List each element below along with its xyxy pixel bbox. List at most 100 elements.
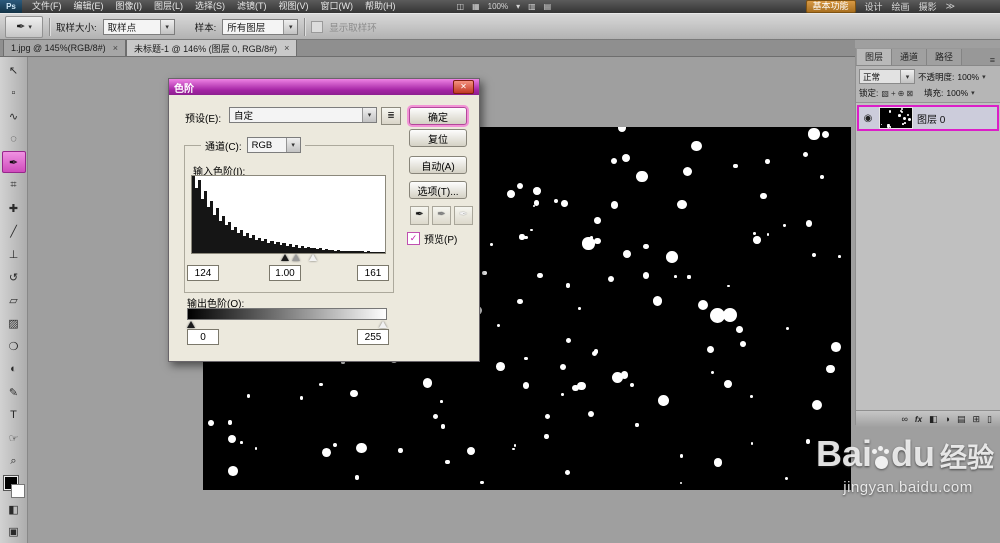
thumb-dot xyxy=(888,110,891,113)
lock-image-pixels-icon[interactable]: + xyxy=(891,89,896,98)
menu-view[interactable]: 视图(V) xyxy=(273,0,315,13)
chevron-down-icon[interactable]: ▾ xyxy=(971,89,975,97)
zoom-tool[interactable]: ⌕ xyxy=(2,450,26,472)
lock-all-icon[interactable]: ⊠ xyxy=(906,89,913,98)
close-tab-icon[interactable]: × xyxy=(113,43,118,53)
output-shadow-slider[interactable] xyxy=(187,321,195,328)
blend-mode-dropdown[interactable]: 正常 ▾ xyxy=(859,69,915,84)
input-highlight-slider[interactable] xyxy=(308,254,317,261)
preview-checkbox[interactable]: ✓ xyxy=(407,232,420,245)
fill-value[interactable]: 100% xyxy=(946,88,968,98)
quick-selection-tool[interactable]: ◌ xyxy=(2,128,26,150)
menu-image[interactable]: 图像(I) xyxy=(110,0,149,13)
gradient-tool[interactable]: ▨ xyxy=(2,312,26,334)
new-adjustment-layer-icon[interactable]: ◑ xyxy=(945,414,950,424)
set-white-point-eyedropper[interactable]: ✒ xyxy=(454,206,473,225)
menu-file[interactable]: 文件(F) xyxy=(26,0,68,13)
layer-visibility-icon[interactable]: ◉ xyxy=(861,113,875,124)
layer-name[interactable]: 图层 0 xyxy=(917,111,945,126)
new-group-icon[interactable]: ▤ xyxy=(957,414,966,425)
input-highlight-value[interactable] xyxy=(357,265,389,281)
layer-style-icon[interactable]: fx xyxy=(915,415,922,424)
output-highlight-slider[interactable] xyxy=(379,321,387,328)
rectangular-marquee-tool[interactable]: ▫ xyxy=(2,82,26,104)
show-sampling-ring-checkbox[interactable] xyxy=(311,20,324,33)
input-midtone-slider[interactable] xyxy=(292,254,301,261)
eyedropper-tool[interactable]: ✒ xyxy=(1,151,26,173)
set-gray-point-eyedropper[interactable]: ✒ xyxy=(432,206,451,225)
history-brush-tool[interactable]: ↺ xyxy=(2,266,26,288)
new-layer-icon[interactable]: ⊞ xyxy=(973,414,981,425)
workspace-button[interactable]: 绘画 xyxy=(892,0,910,13)
delete-layer-icon[interactable]: ▯ xyxy=(987,414,992,425)
options-button[interactable]: 选项(T)... xyxy=(409,181,467,199)
output-highlight-value[interactable] xyxy=(357,329,389,345)
channel-dropdown[interactable]: RGB ▾ xyxy=(246,137,301,153)
output-shadow-value[interactable] xyxy=(187,329,219,345)
dialog-titlebar[interactable]: 色阶 ✕ xyxy=(169,79,479,95)
close-icon[interactable]: ✕ xyxy=(453,80,474,94)
menu-window[interactable]: 窗口(W) xyxy=(315,0,360,13)
workspace-overflow-icon[interactable]: ≫ xyxy=(946,1,955,12)
workspace-button[interactable]: 摄影 xyxy=(919,0,937,13)
blur-tool[interactable]: ❍ xyxy=(2,335,26,357)
zoom-level[interactable]: 100% xyxy=(488,2,508,11)
input-shadow-slider[interactable] xyxy=(280,254,289,261)
view-extras-icon[interactable]: ▦ xyxy=(472,2,480,11)
document-tab[interactable]: 未标题-1 @ 146% (图层 0, RGB/8#) × xyxy=(125,39,298,56)
lock-position-icon[interactable]: ⊕ xyxy=(898,89,905,98)
brush-tool[interactable]: ╱ xyxy=(2,220,26,242)
dodge-tool[interactable]: ◐ xyxy=(2,358,26,380)
lasso-tool[interactable]: ∿ xyxy=(2,105,26,127)
launch-bridge-icon[interactable]: ◫ xyxy=(457,2,465,11)
reset-button[interactable]: 复位 xyxy=(409,129,467,147)
lock-transparent-pixels-icon[interactable]: ▧ xyxy=(881,89,889,98)
arrange-documents-icon[interactable]: ▥ xyxy=(528,2,536,11)
document-tab[interactable]: 1.jpg @ 145%(RGB/8#) × xyxy=(3,39,126,56)
panel-menu-icon[interactable]: ≡ xyxy=(985,55,1000,65)
panel-tab-通道[interactable]: 通道 xyxy=(892,49,928,65)
zoom-dropdown-icon[interactable]: ▾ xyxy=(516,2,520,11)
workspace-basic-button[interactable]: 基本功能 xyxy=(805,0,856,13)
tool-preset-button[interactable]: ✒ ▾ xyxy=(5,15,43,38)
workspace-button[interactable]: 设计 xyxy=(865,0,883,13)
move-tool[interactable]: ↖ xyxy=(2,59,26,81)
screen-mode-button[interactable]: ▣ xyxy=(2,521,26,542)
preset-dropdown[interactable]: 自定 ▾ xyxy=(229,107,377,123)
panel-tab-路径[interactable]: 路径 xyxy=(927,49,963,65)
layer-row[interactable]: ◉ 图层 0 xyxy=(857,105,999,131)
hand-tool[interactable]: ☞ xyxy=(2,427,26,449)
add-layer-mask-icon[interactable]: ◧ xyxy=(929,414,938,425)
quick-mask-button[interactable]: ◧ xyxy=(2,500,26,521)
clone-stamp-tool[interactable]: ⊥ xyxy=(2,243,26,265)
panel-tab-图层[interactable]: 图层 xyxy=(857,49,893,65)
type-tool[interactable]: T xyxy=(2,404,26,426)
eraser-tool[interactable]: ▱ xyxy=(2,289,26,311)
spot-healing-brush-tool[interactable]: ✚ xyxy=(2,197,26,219)
sample-dropdown[interactable]: 所有图层 ▾ xyxy=(222,18,299,35)
input-shadow-value[interactable] xyxy=(187,265,219,281)
close-tab-icon[interactable]: × xyxy=(284,43,289,53)
menu-select[interactable]: 选择(S) xyxy=(189,0,231,13)
chevron-down-icon[interactable]: ▾ xyxy=(982,73,986,81)
layer-thumbnail[interactable] xyxy=(879,107,913,129)
preset-options-button[interactable]: ≣ xyxy=(381,107,401,125)
menu-filter[interactable]: 滤镜(T) xyxy=(231,0,273,13)
set-black-point-eyedropper[interactable]: ✒ xyxy=(410,206,429,225)
menu-help[interactable]: 帮助(H) xyxy=(359,0,402,13)
link-layers-icon[interactable]: ∞ xyxy=(901,414,907,424)
snow-dot xyxy=(826,364,835,374)
auto-button[interactable]: 自动(A) xyxy=(409,156,467,174)
opacity-value[interactable]: 100% xyxy=(957,72,979,82)
menu-edit[interactable]: 编辑(E) xyxy=(68,0,110,13)
pen-tool[interactable]: ✎ xyxy=(2,381,26,403)
crop-tool[interactable]: ⌗ xyxy=(2,174,26,196)
menu-layer[interactable]: 图层(L) xyxy=(148,0,189,13)
background-color-swatch[interactable] xyxy=(10,484,25,498)
input-slider-track[interactable] xyxy=(191,253,384,263)
screen-mode-icon[interactable]: ▤ xyxy=(544,2,552,11)
ok-button[interactable]: 确定 xyxy=(409,107,467,125)
input-gamma-value[interactable] xyxy=(269,265,301,281)
snow-dot xyxy=(710,370,715,375)
sample-size-dropdown[interactable]: 取样点 ▾ xyxy=(102,18,175,35)
